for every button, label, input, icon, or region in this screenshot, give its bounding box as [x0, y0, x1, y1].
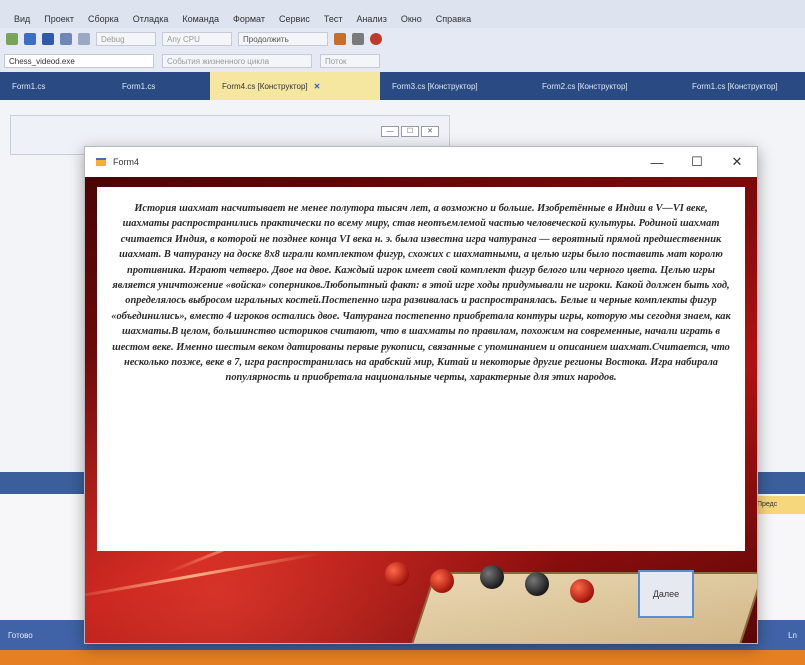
undo-icon[interactable] — [60, 33, 72, 45]
maximize-icon: ☐ — [401, 126, 419, 137]
new-file-icon[interactable] — [6, 33, 18, 45]
menu-item-help[interactable]: Справка — [436, 14, 471, 28]
form-title-bar[interactable]: Form4 — ☐ ✕ — [85, 147, 757, 177]
chess-piece-image — [480, 565, 504, 589]
form4-window: Form4 — ☐ ✕ История шахмат насчитывает н… — [84, 146, 758, 644]
tab-label: Form1.cs [Конструктор] — [692, 81, 778, 91]
chess-piece-image — [525, 572, 549, 596]
right-panel-badge[interactable]: Предс — [753, 496, 805, 514]
menu-item-tools[interactable]: Сервис — [279, 14, 310, 28]
breakpoint-icon[interactable] — [370, 33, 382, 45]
redo-icon[interactable] — [78, 33, 90, 45]
taskbar-accent-strip — [0, 650, 805, 665]
status-text: Готово — [8, 630, 33, 640]
close-icon[interactable]: ✕ — [314, 82, 321, 91]
tab-label: Form3.cs [Конструктор] — [392, 81, 478, 91]
menu-item-project[interactable]: Проект — [44, 14, 74, 28]
tab-label: Form1.cs — [122, 81, 156, 91]
project-select[interactable]: Chess_videod.exe — [4, 54, 154, 68]
lifecycle-events-select[interactable]: События жизненного цикла — [162, 54, 312, 68]
close-icon: ✕ — [421, 126, 439, 137]
minimize-icon: — — [381, 126, 399, 137]
app-icon — [95, 156, 107, 168]
history-text-label: История шахмат насчитывает не менее полу… — [97, 187, 745, 551]
menu-item-test[interactable]: Тест — [324, 14, 343, 28]
minimize-button[interactable]: — — [637, 147, 677, 177]
chess-piece-image — [570, 579, 594, 603]
save-icon[interactable] — [24, 33, 36, 45]
menu-item-analyze[interactable]: Анализ — [356, 14, 386, 28]
maximize-button[interactable]: ☐ — [677, 147, 717, 177]
start-icon[interactable] — [334, 33, 346, 45]
chess-piece-image — [430, 569, 454, 593]
tab-form1-designer[interactable]: Form1.cs [Конструктор] — [680, 72, 805, 100]
tab-form2-designer[interactable]: Form2.cs [Конструктор] — [530, 72, 680, 100]
tab-label: Form2.cs [Конструктор] — [542, 81, 628, 91]
form-client-area: История шахмат насчитывает не менее полу… — [85, 177, 757, 643]
close-button[interactable]: ✕ — [717, 147, 757, 177]
ide-menu-bar: Вид Проект Сборка Отладка Команда Формат… — [0, 0, 805, 28]
status-position: Ln — [788, 630, 797, 640]
form-title: Form4 — [113, 157, 140, 167]
menu-item-format[interactable]: Формат — [233, 14, 265, 28]
config-select[interactable]: Debug — [96, 32, 156, 46]
menu-item-team[interactable]: Команда — [182, 14, 219, 28]
tab-form4-designer[interactable]: Form4.cs [Конструктор] ✕ — [210, 72, 380, 100]
menu-item-debug[interactable]: Отладка — [133, 14, 169, 28]
tab-form1-code-2[interactable]: Form1.cs — [110, 72, 210, 100]
menu-item-build[interactable]: Сборка — [88, 14, 119, 28]
platform-select[interactable]: Any CPU — [162, 32, 232, 46]
ide-toolbar: Debug Any CPU Продолжить — [0, 28, 805, 50]
tab-form3-designer[interactable]: Form3.cs [Конструктор] — [380, 72, 530, 100]
next-button[interactable]: Далее — [638, 570, 694, 618]
menu-item-view[interactable]: Вид — [14, 14, 30, 28]
tab-form1-code[interactable]: Form1.cs — [0, 72, 110, 100]
window-controls: — ☐ ✕ — [637, 147, 757, 177]
menu-item-window[interactable]: Окно — [401, 14, 422, 28]
document-tabs: Form1.cs Form1.cs Form4.cs [Конструктор]… — [0, 72, 805, 100]
tab-label: Form1.cs — [12, 81, 46, 91]
ide-config-bar: Chess_videod.exe События жизненного цикл… — [0, 50, 805, 72]
start-button[interactable]: Продолжить — [238, 32, 328, 46]
designer-window-controls: — ☐ ✕ — [381, 126, 439, 137]
thread-select[interactable]: Поток — [320, 54, 380, 68]
stop-icon[interactable] — [352, 33, 364, 45]
chess-piece-image — [385, 562, 409, 586]
tab-label: Form4.cs [Конструктор] — [222, 81, 308, 91]
save-all-icon[interactable] — [42, 33, 54, 45]
